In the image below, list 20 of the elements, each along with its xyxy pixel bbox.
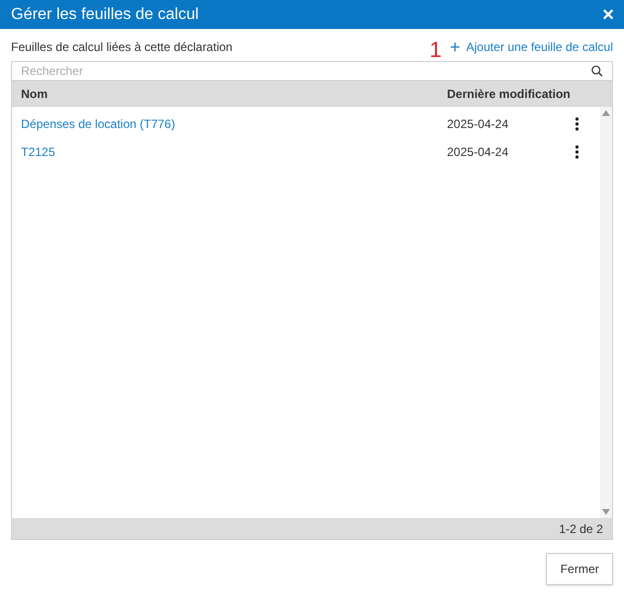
scroll-up-icon[interactable] bbox=[602, 110, 610, 116]
search-field[interactable]: Rechercher bbox=[21, 62, 591, 80]
close-dialog-button[interactable]: Fermer bbox=[546, 553, 613, 585]
table-cell-text: 2025-04-24 bbox=[447, 116, 510, 133]
sheet-link[interactable]: Dépenses de location (T776) bbox=[21, 115, 447, 133]
add-sheet-link[interactable]: + Ajouter une feuille de calcul bbox=[450, 38, 613, 56]
more-options-icon[interactable] bbox=[575, 117, 579, 131]
annotation-number: 1 bbox=[429, 39, 442, 61]
close-button[interactable]: × bbox=[602, 4, 614, 24]
more-options-icon[interactable] bbox=[575, 145, 579, 159]
search-icon[interactable] bbox=[591, 65, 603, 77]
column-header: Dernière modification bbox=[447, 86, 570, 103]
column-header: Nom bbox=[21, 86, 49, 103]
sheet-link[interactable]: T2125 bbox=[21, 143, 447, 161]
pagination-text: 1-2 de 2 bbox=[558, 520, 603, 538]
window-title: Gérer les feuilles de calcul bbox=[11, 4, 199, 24]
scroll-down-icon[interactable] bbox=[602, 509, 610, 515]
section-label: Feuilles de calcul liées à cette déclaration bbox=[11, 39, 232, 56]
table-cell-text: 2025-04-24 bbox=[447, 144, 510, 161]
scrollbar[interactable] bbox=[600, 107, 612, 518]
